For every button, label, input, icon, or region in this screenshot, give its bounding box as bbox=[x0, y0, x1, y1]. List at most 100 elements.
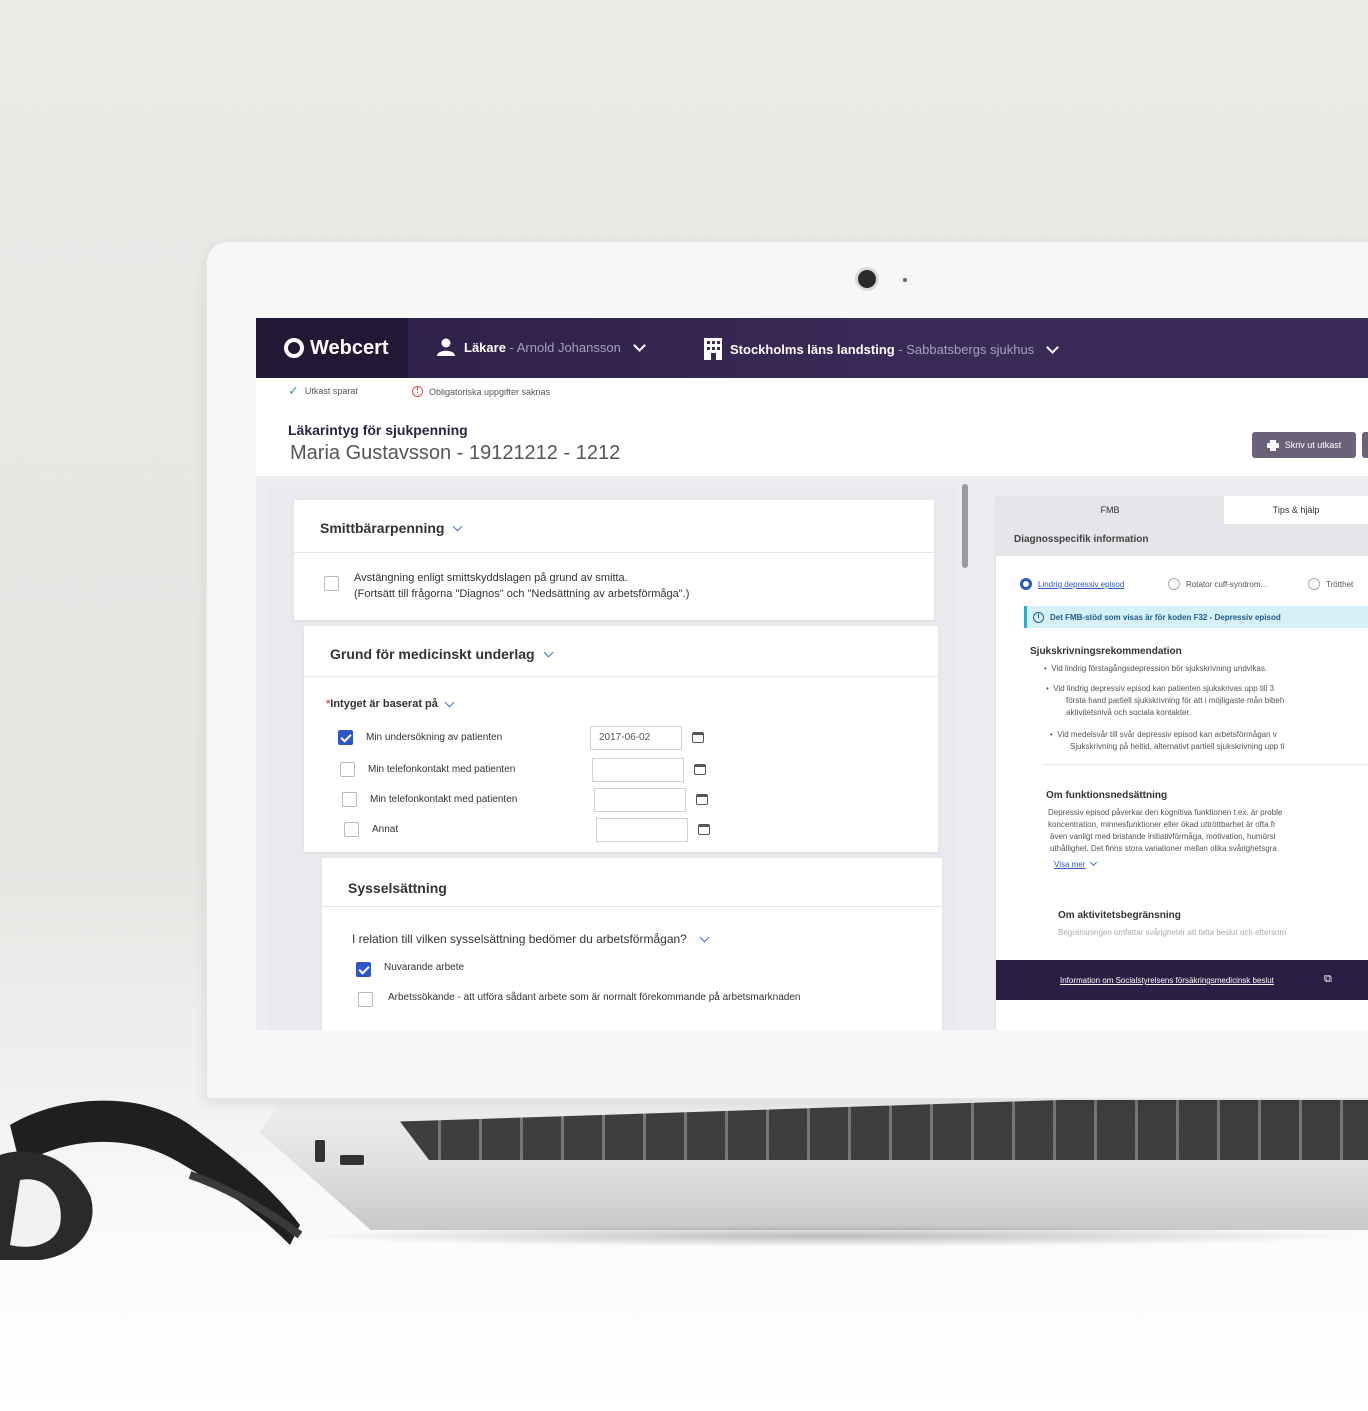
saved-status: ✓ Utkast sparat bbox=[288, 383, 358, 398]
webcert-logo-icon bbox=[284, 338, 304, 358]
grund-checkbox-telefon-1[interactable] bbox=[340, 762, 355, 777]
chevron-down-icon bbox=[1046, 340, 1060, 354]
top-navigation-bar: Webcert Läkare - Arnold Johansson Stockh… bbox=[256, 318, 1368, 378]
show-more-link[interactable]: Visa mer bbox=[1054, 858, 1098, 869]
diagnosis-radio-3[interactable] bbox=[1308, 578, 1320, 590]
webcam bbox=[858, 270, 876, 288]
smitta-checkbox[interactable] bbox=[324, 576, 339, 591]
form-type-title: Läkarintyg för sjukpenning bbox=[288, 422, 468, 438]
user-name: - Arnold Johansson bbox=[505, 339, 621, 355]
grund-label-telefon-1: Min telefonkontakt med patienten bbox=[368, 764, 516, 775]
check-icon: ✓ bbox=[288, 383, 299, 398]
recommendation-line: första hand partiell sjukskrivning för a… bbox=[1066, 696, 1285, 705]
tab-tips[interactable]: Tips & hjälp bbox=[1224, 496, 1368, 524]
date-input-annat[interactable] bbox=[596, 818, 688, 842]
print-draft-button[interactable]: Skriv ut utkast bbox=[1252, 432, 1356, 458]
smitta-section: Smittbärarpenning Avstängning enligt smi… bbox=[294, 500, 934, 620]
syssel-checkbox-arbetssokande[interactable] bbox=[358, 992, 373, 1007]
grund-section: Grund för medicinskt underlag *Intyget ä… bbox=[304, 626, 938, 852]
fmb-info-box: i Det FMB-stöd som visas är för koden F3… bbox=[1024, 606, 1368, 628]
date-input-telefon-1[interactable] bbox=[592, 758, 684, 782]
section-divider bbox=[322, 906, 942, 907]
chevron-down-icon bbox=[453, 521, 463, 531]
calendar-icon[interactable] bbox=[694, 764, 706, 775]
aktivitet-title: Om aktivitetsbegränsning bbox=[1058, 910, 1181, 921]
section-divider bbox=[1042, 764, 1368, 765]
usb-port bbox=[315, 1140, 325, 1162]
recommendation-bullet: • Vid lindrig förstagångsdepression bör … bbox=[1044, 664, 1268, 673]
syssel-label-nuvarande: Nuvarande arbete bbox=[384, 962, 465, 973]
smitta-checkbox-sub: (Fortsätt till frågorna "Diagnos" och "N… bbox=[354, 588, 690, 600]
diagnosis-label-1[interactable]: Lindrig depressiv episod bbox=[1038, 580, 1124, 589]
smitta-checkbox-label: Avstängning enligt smittskyddslagen på g… bbox=[354, 572, 628, 584]
section-divider bbox=[304, 676, 938, 677]
user-menu[interactable]: Läkare - Arnold Johansson bbox=[436, 338, 646, 356]
socialstyrelsen-link[interactable]: Information om Socialstyrelsens försäkri… bbox=[1060, 976, 1274, 985]
grund-checkbox-undersokning[interactable] bbox=[338, 730, 353, 745]
laptop-shadow bbox=[290, 1225, 1368, 1247]
grund-label-annat: Annat bbox=[372, 824, 399, 835]
patient-name: Maria Gustavsson - 19121212 - 1212 bbox=[290, 442, 621, 464]
syssel-label-arbetssokande: Arbetssökande - att utföra sådant arbete… bbox=[388, 992, 801, 1003]
funktion-line: koncentration, minnesfunktioner eller ök… bbox=[1048, 820, 1276, 829]
recommendation-line: Sjukskrivning på heltid, alternativt par… bbox=[1070, 742, 1285, 751]
smitta-section-title[interactable]: Smittbärarpenning bbox=[320, 520, 463, 536]
side-subtitle-bar: Diagnosspecifik information bbox=[996, 524, 1368, 556]
calendar-icon[interactable] bbox=[692, 732, 704, 743]
missing-status-text: Obligatoriska uppgifter saknas bbox=[429, 386, 551, 397]
form-scrollbar[interactable] bbox=[962, 484, 968, 568]
hdmi-port bbox=[340, 1155, 364, 1165]
warning-icon: ! bbox=[412, 386, 423, 397]
recommendation-bullet: • Vid lindrig depressiv episod kan patie… bbox=[1046, 684, 1275, 693]
date-input-undersokning[interactable]: 2017-06-02 bbox=[590, 726, 682, 750]
unit-name: Stockholms läns landsting bbox=[730, 341, 895, 357]
unit-sub: - Sabbatsbergs sjukhus bbox=[894, 341, 1035, 357]
side-tabs: FMB Tips & hjälp bbox=[996, 496, 1368, 524]
webcam-indicator bbox=[903, 278, 907, 282]
webcert-logo[interactable]: Webcert bbox=[256, 318, 408, 378]
funktion-line: uthållighet. Det finns stora variationer… bbox=[1050, 844, 1277, 853]
grund-checkbox-telefon-2[interactable] bbox=[342, 792, 357, 807]
more-actions-button[interactable] bbox=[1362, 432, 1368, 458]
funktion-line: även vanligt med bristande initiativförm… bbox=[1050, 832, 1276, 841]
building-icon bbox=[704, 338, 722, 360]
chevron-down-icon bbox=[699, 932, 710, 942]
sysselsattning-section-title: Sysselsättning bbox=[348, 880, 447, 896]
recommendation-title: Sjukskrivningsrekommendation bbox=[1030, 646, 1182, 657]
user-icon bbox=[437, 338, 455, 356]
grund-label-undersokning: Min undersökning av patienten bbox=[366, 732, 503, 743]
printer-icon bbox=[1266, 439, 1279, 451]
sysselsattning-question: I relation till vilken sysselsättning be… bbox=[352, 932, 710, 946]
certificate-header: Läkarintyg för sjukpenning Maria Gustavs… bbox=[256, 406, 1368, 476]
laptop-screen: Webcert Läkare - Arnold Johansson Stockh… bbox=[256, 318, 1368, 1030]
print-draft-label: Skriv ut utkast bbox=[1284, 440, 1342, 450]
certificate-form: Smittbärarpenning Avstängning enligt smi… bbox=[268, 488, 958, 1030]
diagnosis-radio-1[interactable] bbox=[1020, 578, 1032, 590]
grund-section-title[interactable]: Grund för medicinskt underlag bbox=[330, 646, 554, 662]
saved-status-text: Utkast sparat bbox=[304, 386, 358, 396]
syssel-checkbox-nuvarande[interactable] bbox=[356, 962, 371, 977]
chevron-down-icon bbox=[444, 697, 455, 707]
tab-fmb[interactable]: FMB bbox=[996, 496, 1224, 524]
aktivitet-line: Begränsningen omfattar svårigheter att f… bbox=[1058, 928, 1287, 937]
chevron-down-icon bbox=[1090, 858, 1098, 867]
funktion-line: Depressiv episod påverkar den kognitiva … bbox=[1048, 808, 1283, 817]
diagnosis-radio-2[interactable] bbox=[1168, 578, 1180, 590]
date-input-telefon-2[interactable] bbox=[594, 788, 686, 812]
calendar-icon[interactable] bbox=[698, 824, 710, 835]
info-icon: i bbox=[1033, 611, 1044, 623]
grund-label-telefon-2: Min telefonkontakt med patienten bbox=[370, 794, 518, 805]
chevron-down-icon bbox=[632, 338, 646, 352]
calendar-icon[interactable] bbox=[696, 794, 708, 805]
funktion-title: Om funktionsnedsättning bbox=[1046, 790, 1168, 801]
draft-status-bar: ✓ Utkast sparat ! Obligatoriska uppgifte… bbox=[256, 378, 1368, 407]
grund-checkbox-annat[interactable] bbox=[344, 822, 359, 837]
eyeglasses bbox=[0, 1100, 303, 1260]
missing-status[interactable]: ! Obligatoriska uppgifter saknas bbox=[412, 386, 550, 397]
diagnosis-label-2: Rotator cuff-syndrom... bbox=[1186, 580, 1268, 589]
diagnosis-label-3: Trötthet bbox=[1326, 580, 1354, 589]
care-unit-menu[interactable]: Stockholms läns landsting - Sabbatsbergs… bbox=[704, 338, 1060, 360]
grund-question: *Intyget är baserat på bbox=[326, 697, 455, 710]
fmb-info-text: Det FMB-stöd som visas är för koden F32 … bbox=[1050, 612, 1281, 622]
recommendation-bullet: • Vid medelsvår till svår depressiv epis… bbox=[1050, 730, 1277, 739]
